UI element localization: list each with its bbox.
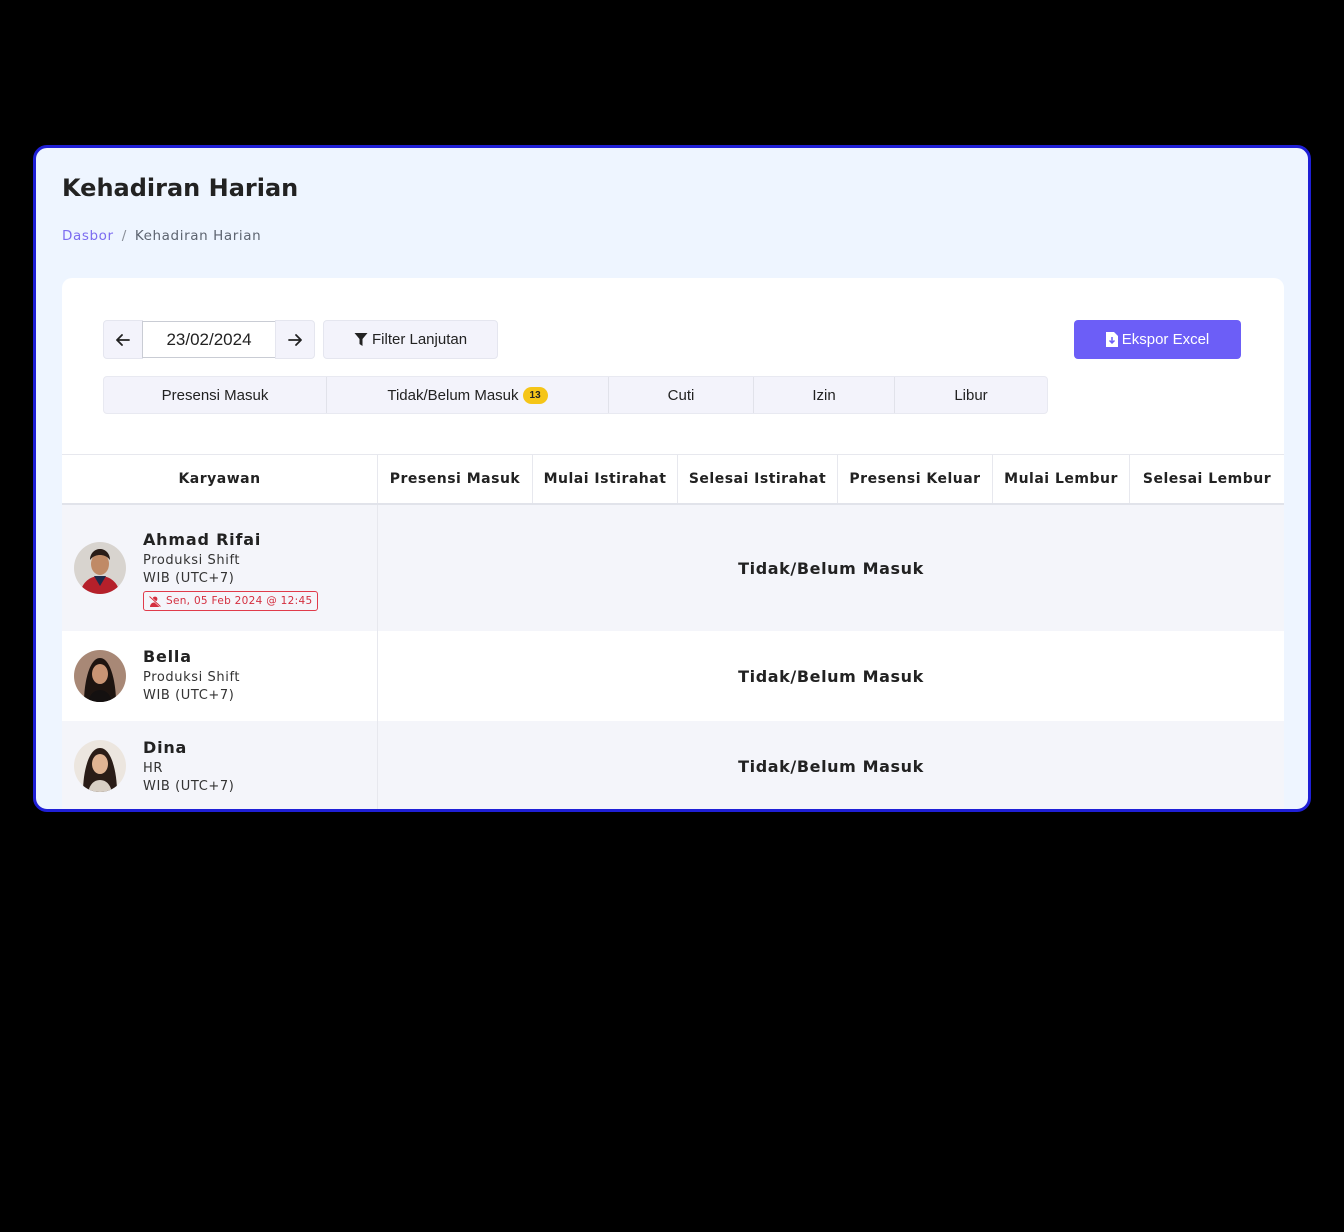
employee-info: Ahmad Rifai Produksi Shift WIB (UTC+7) S…	[143, 530, 319, 611]
employee-department: HR	[143, 761, 164, 776]
attendance-status: Tidak/Belum Masuk	[738, 558, 924, 578]
employee-name[interactable]: Bella	[143, 647, 240, 666]
tab-label: Libur	[954, 386, 988, 404]
arrow-right-icon	[288, 333, 302, 346]
employee-info: Bella Produksi Shift WIB (UTC+7)	[143, 647, 240, 703]
column-header-presensi-keluar[interactable]: Presensi Keluar	[838, 455, 993, 503]
employee-department: Produksi Shift	[143, 553, 241, 568]
employee-name[interactable]: Ahmad Rifai	[143, 530, 318, 549]
table-row[interactable]: Dina HR WIB (UTC+7) Tidak/Belum Masuk	[62, 721, 1284, 809]
employee-department: Produksi Shift	[143, 670, 241, 685]
absence-alert-tag: Sen, 05 Feb 2024 @ 12:45	[143, 591, 319, 611]
user-slash-icon	[149, 595, 161, 607]
column-header-selesai-lembur[interactable]: Selesai Lembur	[1130, 455, 1284, 503]
employee-timezone: WIB (UTC+7)	[143, 571, 235, 586]
breadcrumb: Dasbor / Kehadiran Harian	[62, 228, 261, 244]
tab-presensi-masuk[interactable]: Presensi Masuk	[104, 377, 327, 413]
advanced-filter-button[interactable]: Filter Lanjutan	[323, 320, 499, 359]
column-header-selesai-istirahat[interactable]: Selesai Istirahat	[678, 455, 838, 503]
page-title: Kehadiran Harian	[62, 174, 299, 202]
avatar	[74, 542, 126, 594]
advanced-filter-label: Filter Lanjutan	[372, 331, 468, 348]
tab-label: Cuti	[667, 386, 695, 404]
table-row[interactable]: Ahmad Rifai Produksi Shift WIB (UTC+7) S…	[62, 505, 1284, 631]
export-excel-label: Ekspor Excel	[1121, 331, 1210, 348]
employee-timezone: WIB (UTC+7)	[143, 688, 235, 703]
tab-label: Izin	[812, 386, 836, 404]
employee-timezone: WIB (UTC+7)	[143, 779, 235, 794]
tab-label: Presensi Masuk	[161, 386, 269, 404]
breadcrumb-home-link[interactable]: Dasbor	[62, 228, 114, 244]
employee-cell: Ahmad Rifai Produksi Shift WIB (UTC+7) S…	[62, 505, 378, 631]
tab-izin[interactable]: Izin	[754, 377, 895, 413]
table-header: Karyawan Presensi Masuk Mulai Istirahat …	[62, 454, 1284, 505]
date-toolbar: Filter Lanjutan	[103, 320, 499, 359]
tab-tidak-belum-masuk[interactable]: Tidak/Belum Masuk 13	[327, 377, 609, 413]
employee-cell: Bella Produksi Shift WIB (UTC+7)	[62, 631, 378, 721]
export-excel-button[interactable]: Ekspor Excel	[1074, 320, 1241, 359]
column-header-presensi-masuk[interactable]: Presensi Masuk	[378, 455, 533, 503]
app-window: Kehadiran Harian Dasbor / Kehadiran Hari…	[33, 145, 1311, 812]
tab-libur[interactable]: Libur	[895, 377, 1047, 413]
employee-cell: Dina HR WIB (UTC+7)	[62, 721, 378, 809]
tab-cuti[interactable]: Cuti	[609, 377, 754, 413]
filter-icon	[354, 333, 368, 346]
attendance-status: Tidak/Belum Masuk	[738, 756, 924, 776]
column-header-mulai-lembur[interactable]: Mulai Lembur	[993, 455, 1130, 503]
avatar	[74, 740, 126, 792]
tab-label: Tidak/Belum Masuk	[387, 386, 519, 404]
date-input[interactable]	[142, 321, 276, 358]
breadcrumb-current: Kehadiran Harian	[134, 228, 262, 244]
file-excel-icon	[1105, 332, 1118, 347]
absence-alert-text: Sen, 05 Feb 2024 @ 12:45	[166, 595, 313, 607]
column-header-mulai-istirahat[interactable]: Mulai Istirahat	[533, 455, 678, 503]
attendance-status: Tidak/Belum Masuk	[738, 666, 924, 686]
count-badge: 13	[522, 386, 548, 404]
attendance-table: Karyawan Presensi Masuk Mulai Istirahat …	[62, 454, 1284, 809]
arrow-left-icon	[116, 333, 130, 346]
next-date-button[interactable]	[275, 320, 315, 359]
previous-date-button[interactable]	[103, 320, 143, 359]
column-header-karyawan[interactable]: Karyawan	[62, 455, 378, 503]
avatar	[74, 650, 126, 702]
employee-name[interactable]: Dina	[143, 738, 234, 757]
table-row[interactable]: Bella Produksi Shift WIB (UTC+7) Tidak/B…	[62, 631, 1284, 721]
breadcrumb-separator: /	[121, 228, 127, 244]
employee-info: Dina HR WIB (UTC+7)	[143, 738, 234, 794]
attendance-card: Filter Lanjutan Ekspor Excel Presensi Ma…	[62, 278, 1284, 809]
status-tabs: Presensi Masuk Tidak/Belum Masuk 13 Cuti…	[103, 376, 1048, 414]
